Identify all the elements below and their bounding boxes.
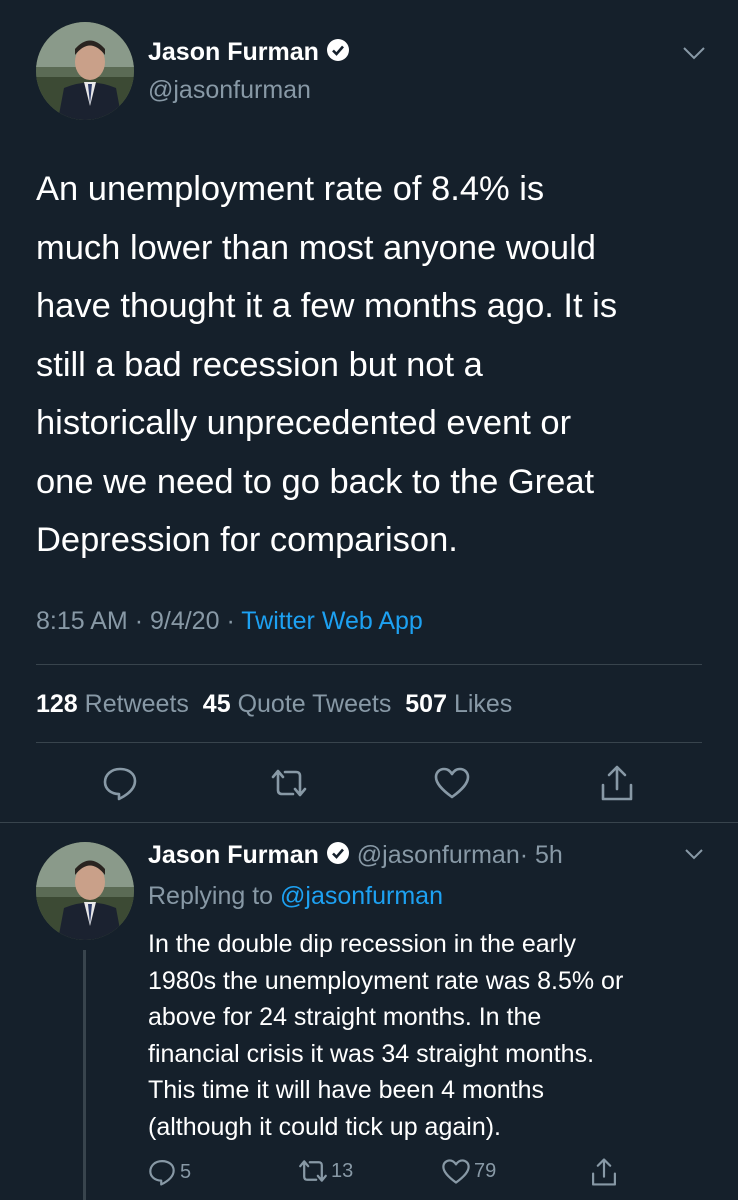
- divider: [36, 664, 702, 665]
- author-name[interactable]: Jason Furman: [148, 38, 350, 69]
- avatar[interactable]: [36, 22, 134, 120]
- reply-icon: [148, 1158, 176, 1186]
- verified-icon: [326, 38, 350, 69]
- reply-like-button[interactable]: 79: [441, 1158, 496, 1185]
- verified-icon: [326, 841, 350, 872]
- reply-count: 5: [180, 1160, 192, 1183]
- divider: [0, 822, 738, 823]
- tweet-date[interactable]: 9/4/20: [150, 607, 220, 635]
- tweet-time[interactable]: 8:15 AM: [36, 607, 128, 635]
- author-handle[interactable]: @jasonfurman: [148, 76, 311, 105]
- like-icon[interactable]: [433, 766, 471, 800]
- thread-line: [83, 950, 86, 1200]
- tweet-text: An unemployment rate of 8.4% is much low…: [36, 170, 618, 559]
- retweet-icon[interactable]: [269, 767, 309, 799]
- retweet-icon: [297, 1158, 329, 1184]
- like-icon: [441, 1158, 471, 1185]
- reply-time[interactable]: · 5h: [520, 841, 563, 869]
- chevron-down-icon[interactable]: [681, 44, 707, 62]
- retweet-count: 13: [331, 1159, 354, 1182]
- tweet-stats: 128 Retweets 45 Quote Tweets 507 Likes: [36, 690, 512, 719]
- share-icon[interactable]: [590, 1156, 618, 1188]
- share-icon[interactable]: [599, 763, 635, 803]
- reply-avatar[interactable]: [36, 842, 134, 940]
- replying-to: Replying to @jasonfurman: [148, 882, 443, 910]
- reply-header: Jason Furman @jasonfurman· 5h: [148, 841, 563, 872]
- reply-text: In the double dip recession in the early…: [148, 930, 624, 1141]
- chevron-down-icon[interactable]: [683, 846, 705, 862]
- reply-reply-button[interactable]: 5: [148, 1158, 191, 1186]
- reply-icon[interactable]: [102, 765, 138, 801]
- like-count: 79: [474, 1160, 497, 1182]
- retweets-stat[interactable]: 128 Retweets: [36, 690, 189, 718]
- quote-tweets-stat[interactable]: 45 Quote Tweets: [203, 690, 392, 718]
- replying-to-link[interactable]: @jasonfurman: [280, 882, 443, 910]
- avatar-photo: [36, 842, 134, 940]
- divider: [36, 742, 702, 743]
- tweet-meta: 8:15 AM · 9/4/20 · Twitter Web App: [36, 607, 423, 635]
- tweet-source[interactable]: Twitter Web App: [241, 607, 423, 635]
- reply-author-handle[interactable]: @jasonfurman: [357, 841, 520, 869]
- reply-author-name[interactable]: Jason Furman: [148, 841, 319, 869]
- likes-stat[interactable]: 507 Likes: [405, 690, 512, 718]
- avatar-photo: [36, 22, 134, 120]
- reply-retweet-button[interactable]: 13: [297, 1158, 353, 1184]
